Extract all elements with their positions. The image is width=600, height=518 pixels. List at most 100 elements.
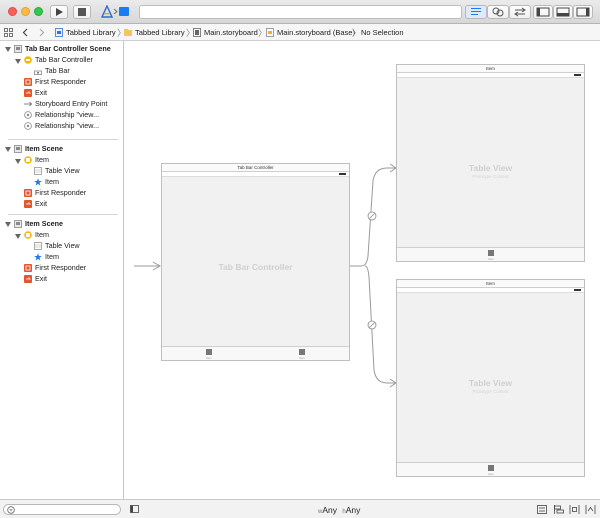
view-controller-icon: [24, 231, 32, 239]
disclosure-triangle-icon[interactable]: [5, 47, 11, 52]
navigator-panel-icon: [536, 7, 550, 17]
item-scene-1[interactable]: Item Table View Prototype Content Item: [396, 64, 585, 262]
relationship-segue-icon: [24, 122, 32, 130]
version-editor-icon: [514, 7, 526, 17]
size-class-height: Any: [345, 505, 361, 515]
scene-title[interactable]: Item Scene: [25, 218, 63, 229]
outline-item-table-view[interactable]: Table View: [45, 165, 80, 176]
version-editor-button[interactable]: [509, 5, 531, 19]
tab-bar[interactable]: Item Item: [162, 346, 349, 360]
disclosure-triangle-icon[interactable]: [15, 234, 21, 239]
disclosure-triangle-icon[interactable]: [5, 222, 11, 227]
entry-point-arrow-icon: [24, 101, 32, 107]
tab-item-label: Item: [488, 257, 494, 261]
first-responder-icon: [24, 189, 32, 197]
table-view-placeholder: Table View: [468, 378, 513, 388]
outline-item-tab-bar[interactable]: Tab Bar: [45, 65, 70, 76]
document-outline: Tab Bar Controller Scene Tab Bar Control…: [0, 41, 124, 499]
assistant-editor-icon: [492, 7, 504, 17]
size-class-width: Any: [322, 505, 337, 515]
scene-divider: [8, 139, 118, 140]
tab-item-icon: [488, 465, 494, 471]
stop-button[interactable]: [73, 5, 91, 19]
first-responder-icon: [24, 78, 32, 86]
tab-item-label: Item: [299, 356, 305, 360]
toggle-debug-area-button[interactable]: [553, 5, 573, 19]
view-controller-icon: [24, 156, 32, 164]
align-icon[interactable]: [554, 505, 564, 514]
relationship-segue-icon: [367, 320, 377, 330]
tab-bar-controller-scene[interactable]: Tab Bar Controller Tab Bar Controller It…: [161, 163, 350, 361]
tab-bar[interactable]: Item: [397, 247, 584, 261]
destination-device-icon[interactable]: [119, 7, 129, 16]
scene-placeholder-title: Tab Bar Controller: [218, 262, 293, 272]
breadcrumb-project[interactable]: Tabbed Library: [66, 28, 116, 37]
outline-item-first-responder[interactable]: First Responder: [35, 76, 86, 87]
back-arrow-icon[interactable]: [22, 28, 29, 37]
outline-item-tab-bar-item[interactable]: Item: [45, 251, 59, 262]
tab-bar-icon: [34, 70, 42, 75]
star-icon: [34, 253, 42, 261]
outline-item-controller[interactable]: Tab Bar Controller: [35, 54, 93, 65]
outline-item-first-responder[interactable]: First Responder: [35, 262, 86, 273]
storyboard-canvas[interactable]: Tab Bar Controller Tab Bar Controller It…: [125, 41, 600, 499]
outline-item-table-view[interactable]: Table View: [45, 240, 80, 251]
exit-icon: [24, 89, 32, 97]
breadcrumb-separator: 〉: [352, 28, 362, 38]
storyboard-base-icon: [266, 28, 274, 37]
folder-icon: [124, 29, 132, 36]
play-icon: [56, 8, 63, 16]
scene-icon: [14, 45, 22, 53]
run-button[interactable]: [50, 5, 68, 19]
relationship-segue-icon: [367, 211, 377, 221]
outline-item-exit[interactable]: Exit: [35, 273, 47, 284]
disclosure-triangle-icon[interactable]: [15, 59, 21, 64]
tab-item-label: Item: [206, 356, 212, 360]
battery-icon: [339, 173, 346, 175]
battery-icon: [574, 74, 581, 76]
standard-editor-icon: [471, 8, 481, 15]
status-bar: [397, 73, 584, 78]
scene-title[interactable]: Item Scene: [25, 143, 63, 154]
activity-viewer: [139, 5, 462, 19]
hide-outline-icon[interactable]: [130, 505, 140, 514]
stop-icon: [78, 8, 86, 16]
outline-item-tab-bar-item[interactable]: Item: [45, 176, 59, 187]
related-items-grid-icon[interactable]: [4, 28, 13, 37]
table-view-placeholder: Table View: [468, 163, 513, 173]
assistant-editor-button[interactable]: [487, 5, 509, 19]
breadcrumb-localization[interactable]: Main.storyboard (Base): [277, 28, 355, 37]
disclosure-triangle-icon[interactable]: [5, 147, 11, 152]
size-class-selector[interactable]: wAny hAny: [318, 505, 360, 515]
embed-in-stack-icon[interactable]: [537, 505, 547, 514]
scene-title[interactable]: Tab Bar Controller Scene: [25, 43, 111, 54]
outline-item-controller[interactable]: Item: [35, 229, 49, 240]
outline-item-relationship[interactable]: Relationship "view...: [35, 109, 99, 120]
breadcrumb-group[interactable]: Tabbed Library: [135, 28, 185, 37]
standard-editor-button[interactable]: [465, 5, 487, 19]
outline-item-exit[interactable]: Exit: [35, 87, 47, 98]
xcode-app-icon[interactable]: [101, 5, 113, 18]
tab-bar[interactable]: Item: [397, 462, 584, 476]
outline-filter-field[interactable]: [3, 504, 121, 515]
resolve-auto-layout-icon[interactable]: [585, 505, 596, 514]
minimize-window-button[interactable]: [21, 7, 30, 16]
forward-arrow-icon[interactable]: [38, 28, 45, 37]
status-bar: [162, 172, 349, 177]
breadcrumb-selection[interactable]: No Selection: [361, 28, 404, 37]
pin-icon[interactable]: [569, 505, 580, 514]
outline-item-entry-point[interactable]: Storyboard Entry Point: [35, 98, 107, 109]
item-scene-2[interactable]: Item Table View Prototype Content Item: [396, 279, 585, 477]
tab-item-icon: [206, 349, 212, 355]
toggle-utilities-button[interactable]: [573, 5, 593, 19]
outline-item-controller[interactable]: Item: [35, 154, 49, 165]
toggle-navigator-button[interactable]: [533, 5, 553, 19]
table-view-icon: [34, 242, 42, 250]
breadcrumb-file[interactable]: Main.storyboard: [204, 28, 258, 37]
outline-item-exit[interactable]: Exit: [35, 198, 47, 209]
outline-item-relationship[interactable]: Relationship "view...: [35, 120, 99, 131]
close-window-button[interactable]: [8, 7, 17, 16]
outline-item-first-responder[interactable]: First Responder: [35, 187, 86, 198]
disclosure-triangle-icon[interactable]: [15, 159, 21, 164]
zoom-window-button[interactable]: [34, 7, 43, 16]
